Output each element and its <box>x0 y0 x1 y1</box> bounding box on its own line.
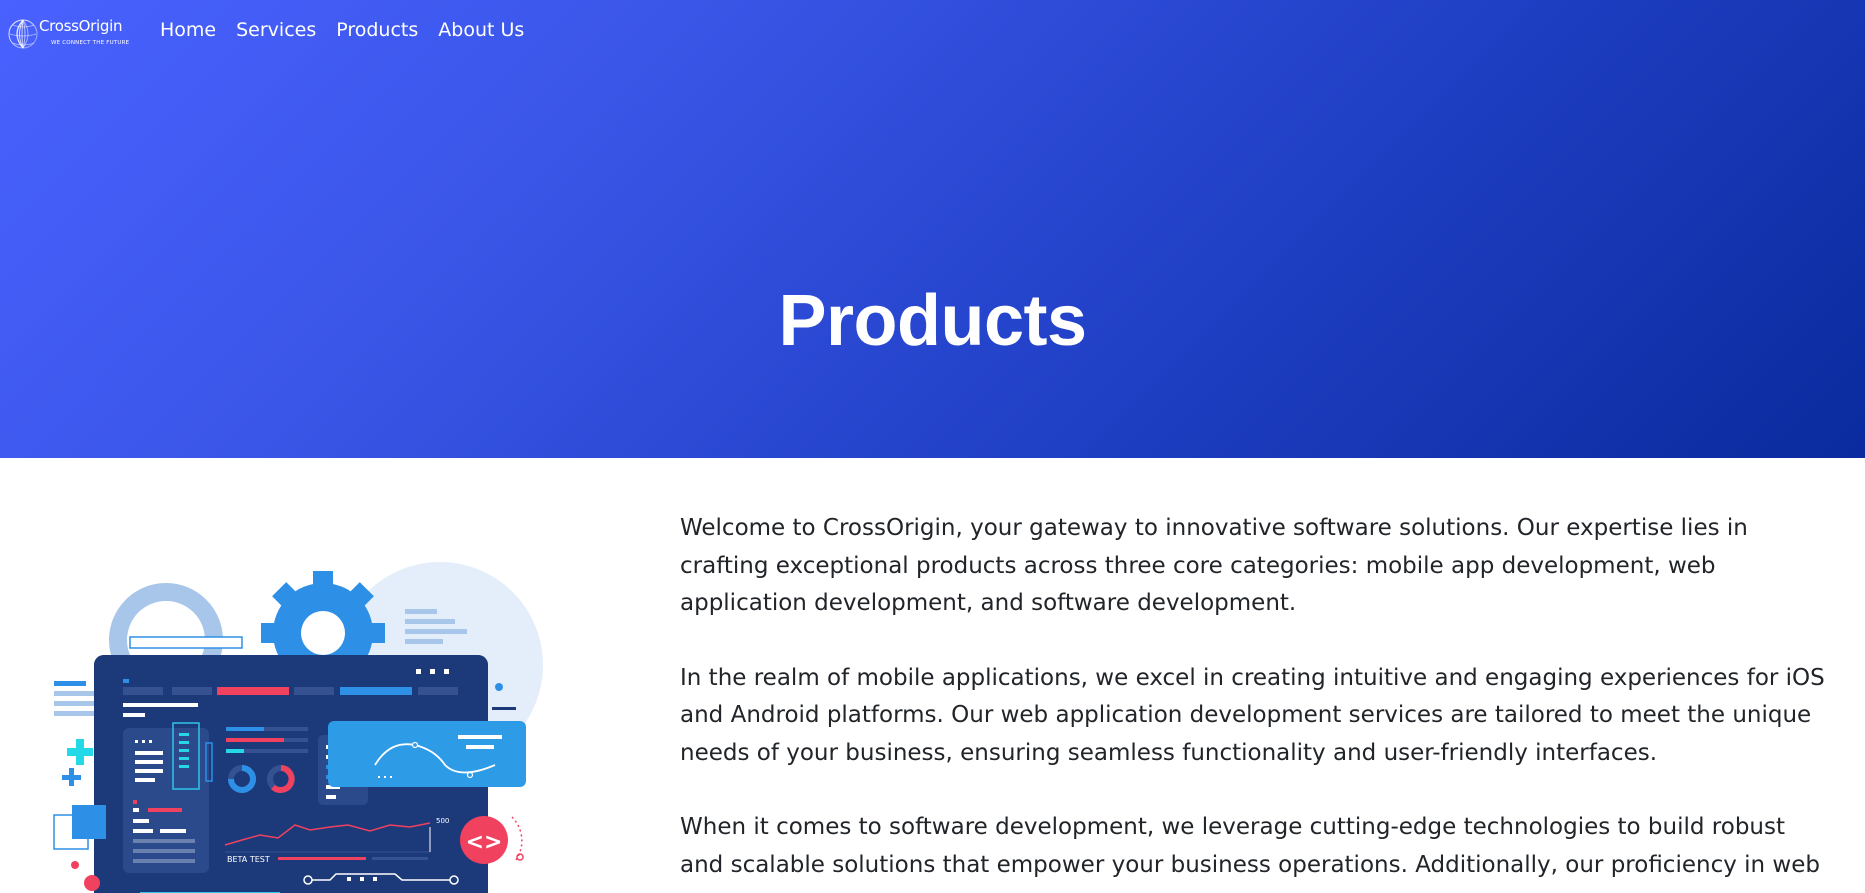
software-paragraph: When it comes to software development, w… <box>680 814 1820 878</box>
nav-home-link[interactable]: Home <box>160 19 216 41</box>
nav-services-link[interactable]: Services <box>236 19 316 41</box>
small-plus-icon <box>62 768 81 786</box>
line-chart-card <box>328 721 526 787</box>
beta-test-label: BETA TEST <box>227 855 270 864</box>
brand-tagline: WE CONNECT THE FUTURE <box>51 40 130 46</box>
progress-bars <box>226 727 308 753</box>
nav-products-link[interactable]: Products <box>336 19 418 41</box>
intro-paragraph: Welcome to CrossOrigin, your gateway to … <box>680 515 1748 616</box>
plus-icon <box>67 739 93 765</box>
software-dashboard-illustration: 500 BETA TEST <> <box>53 562 543 893</box>
window-dots <box>416 669 449 674</box>
brand-name: CrossOrigin <box>39 17 123 35</box>
input-box-shape <box>129 636 243 649</box>
navbar: CrossOrigin WE CONNECT THE FUTURE Home S… <box>0 0 700 64</box>
products-description: Welcome to CrossOrigin, your gateway to … <box>680 510 1830 893</box>
brand-logo[interactable]: CrossOrigin WE CONNECT THE FUTURE <box>7 15 132 53</box>
nav-links: Home Services Products About Us <box>160 19 544 41</box>
code-icon: <> <box>466 830 503 855</box>
value-label: 500 <box>436 817 449 825</box>
mobile-web-paragraph: In the realm of mobile applications, we … <box>680 664 1825 766</box>
square-filled <box>72 805 106 839</box>
globe-logo-icon <box>8 19 38 49</box>
nav-about-us-link[interactable]: About Us <box>438 19 524 41</box>
hero-banner: CrossOrigin WE CONNECT THE FUTURE Home S… <box>0 0 1865 458</box>
page-title: Products <box>778 281 1087 361</box>
